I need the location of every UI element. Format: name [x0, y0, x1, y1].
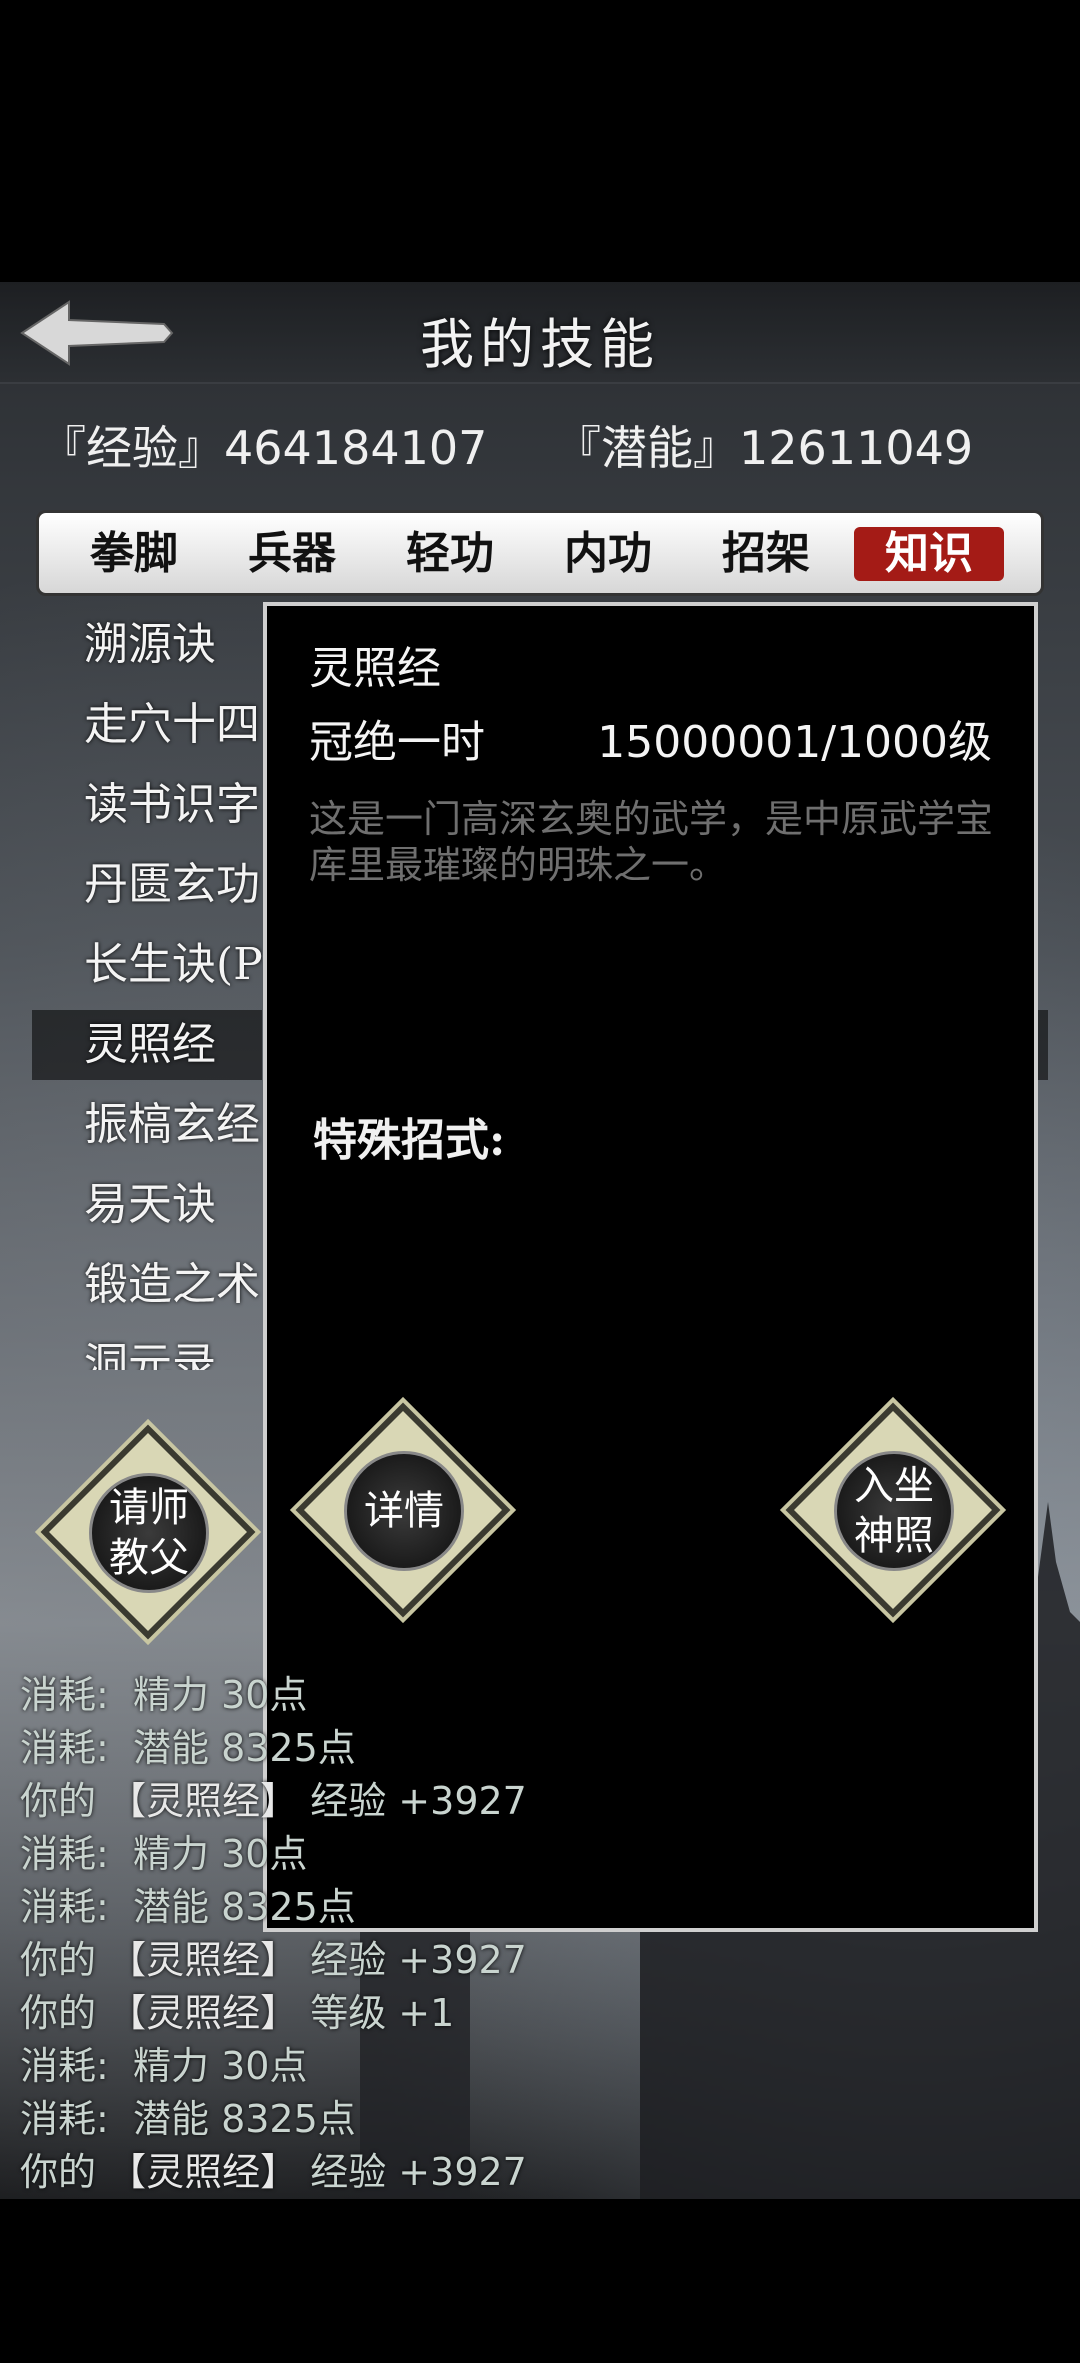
list-item[interactable]: 洞元录	[32, 1330, 262, 1370]
log-line: 消耗: 潜能 8325点	[20, 2097, 356, 2141]
ask-teacher-button[interactable]: 请师 教父	[40, 1424, 256, 1640]
tab-internal[interactable]: 内功	[533, 527, 683, 581]
tab-lightness[interactable]: 轻功	[375, 527, 525, 581]
popup-skill-description: 这是一门高深玄奥的武学，是中原武学宝库里最璀璨的明珠之一。	[309, 797, 994, 887]
popup-skill-level: 15000001/1000级	[597, 717, 992, 768]
log-line: 你的 【灵照经】 经验 +3927	[20, 1779, 527, 1823]
list-item[interactable]: 读书识字	[32, 770, 262, 840]
log-line: 消耗: 精力 30点	[20, 1832, 308, 1876]
tab-parry[interactable]: 招架	[691, 527, 841, 581]
list-item[interactable]: 易天诀	[32, 1170, 262, 1240]
skill-list: 溯源诀 走穴十四 读书识字 丹匮玄功 长生诀(P 灵照经 振槁玄经 易天诀 锻造…	[32, 600, 262, 1370]
list-item[interactable]: 溯源诀	[32, 610, 262, 680]
list-item[interactable]: 丹匮玄功	[32, 850, 262, 920]
log-line: 你的 【灵照经】 经验 +3927	[20, 2150, 527, 2194]
log-line: 你的 【灵照经】 经验 +3927	[20, 1938, 527, 1982]
log-line: 消耗: 精力 30点	[20, 1673, 308, 1717]
tab-knowledge[interactable]: 知识	[854, 527, 1004, 581]
title-bar: 我的技能	[0, 282, 1080, 384]
list-item[interactable]: 振槁玄经	[32, 1090, 262, 1160]
potential-stat: 『潜能』12611049	[555, 421, 974, 475]
tab-weapon[interactable]: 兵器	[217, 527, 367, 581]
skill-category-tabs: 拳脚 兵器 轻功 内功 招架 知识	[36, 510, 1044, 596]
page-title: 我的技能	[420, 313, 660, 376]
log-line: 你的 【灵照经】 等级 +1	[20, 1991, 455, 2035]
stats-bar: 『经验』464184107 『潜能』12611049	[40, 412, 1040, 475]
log-line: 消耗: 潜能 8325点	[20, 1726, 356, 1770]
meditate-button[interactable]: 入坐 神照	[785, 1402, 1001, 1618]
popup-skill-rank: 冠绝一时	[309, 717, 485, 768]
detail-button[interactable]: 详情	[295, 1402, 511, 1618]
list-item-selected[interactable]: 灵照经	[32, 1010, 262, 1080]
experience-stat: 『经验』464184107	[40, 421, 488, 475]
list-item[interactable]: 走穴十四	[32, 690, 262, 760]
log-line: 消耗: 精力 30点	[20, 2044, 308, 2088]
popup-skill-name: 灵照经	[309, 643, 441, 694]
list-item[interactable]: 长生诀(P	[32, 930, 262, 1000]
message-log: 消耗: 精力 30点 消耗: 潜能 8325点 你的 【灵照经】 经验 +392…	[0, 1664, 1080, 2204]
list-item[interactable]: 锻造之术	[32, 1250, 262, 1320]
special-moves-label: 特殊招式:	[313, 1115, 506, 1166]
bottom-safe-area	[0, 2199, 1080, 2363]
log-line: 消耗: 潜能 8325点	[20, 1885, 356, 1929]
tab-fist[interactable]: 拳脚	[59, 527, 209, 581]
